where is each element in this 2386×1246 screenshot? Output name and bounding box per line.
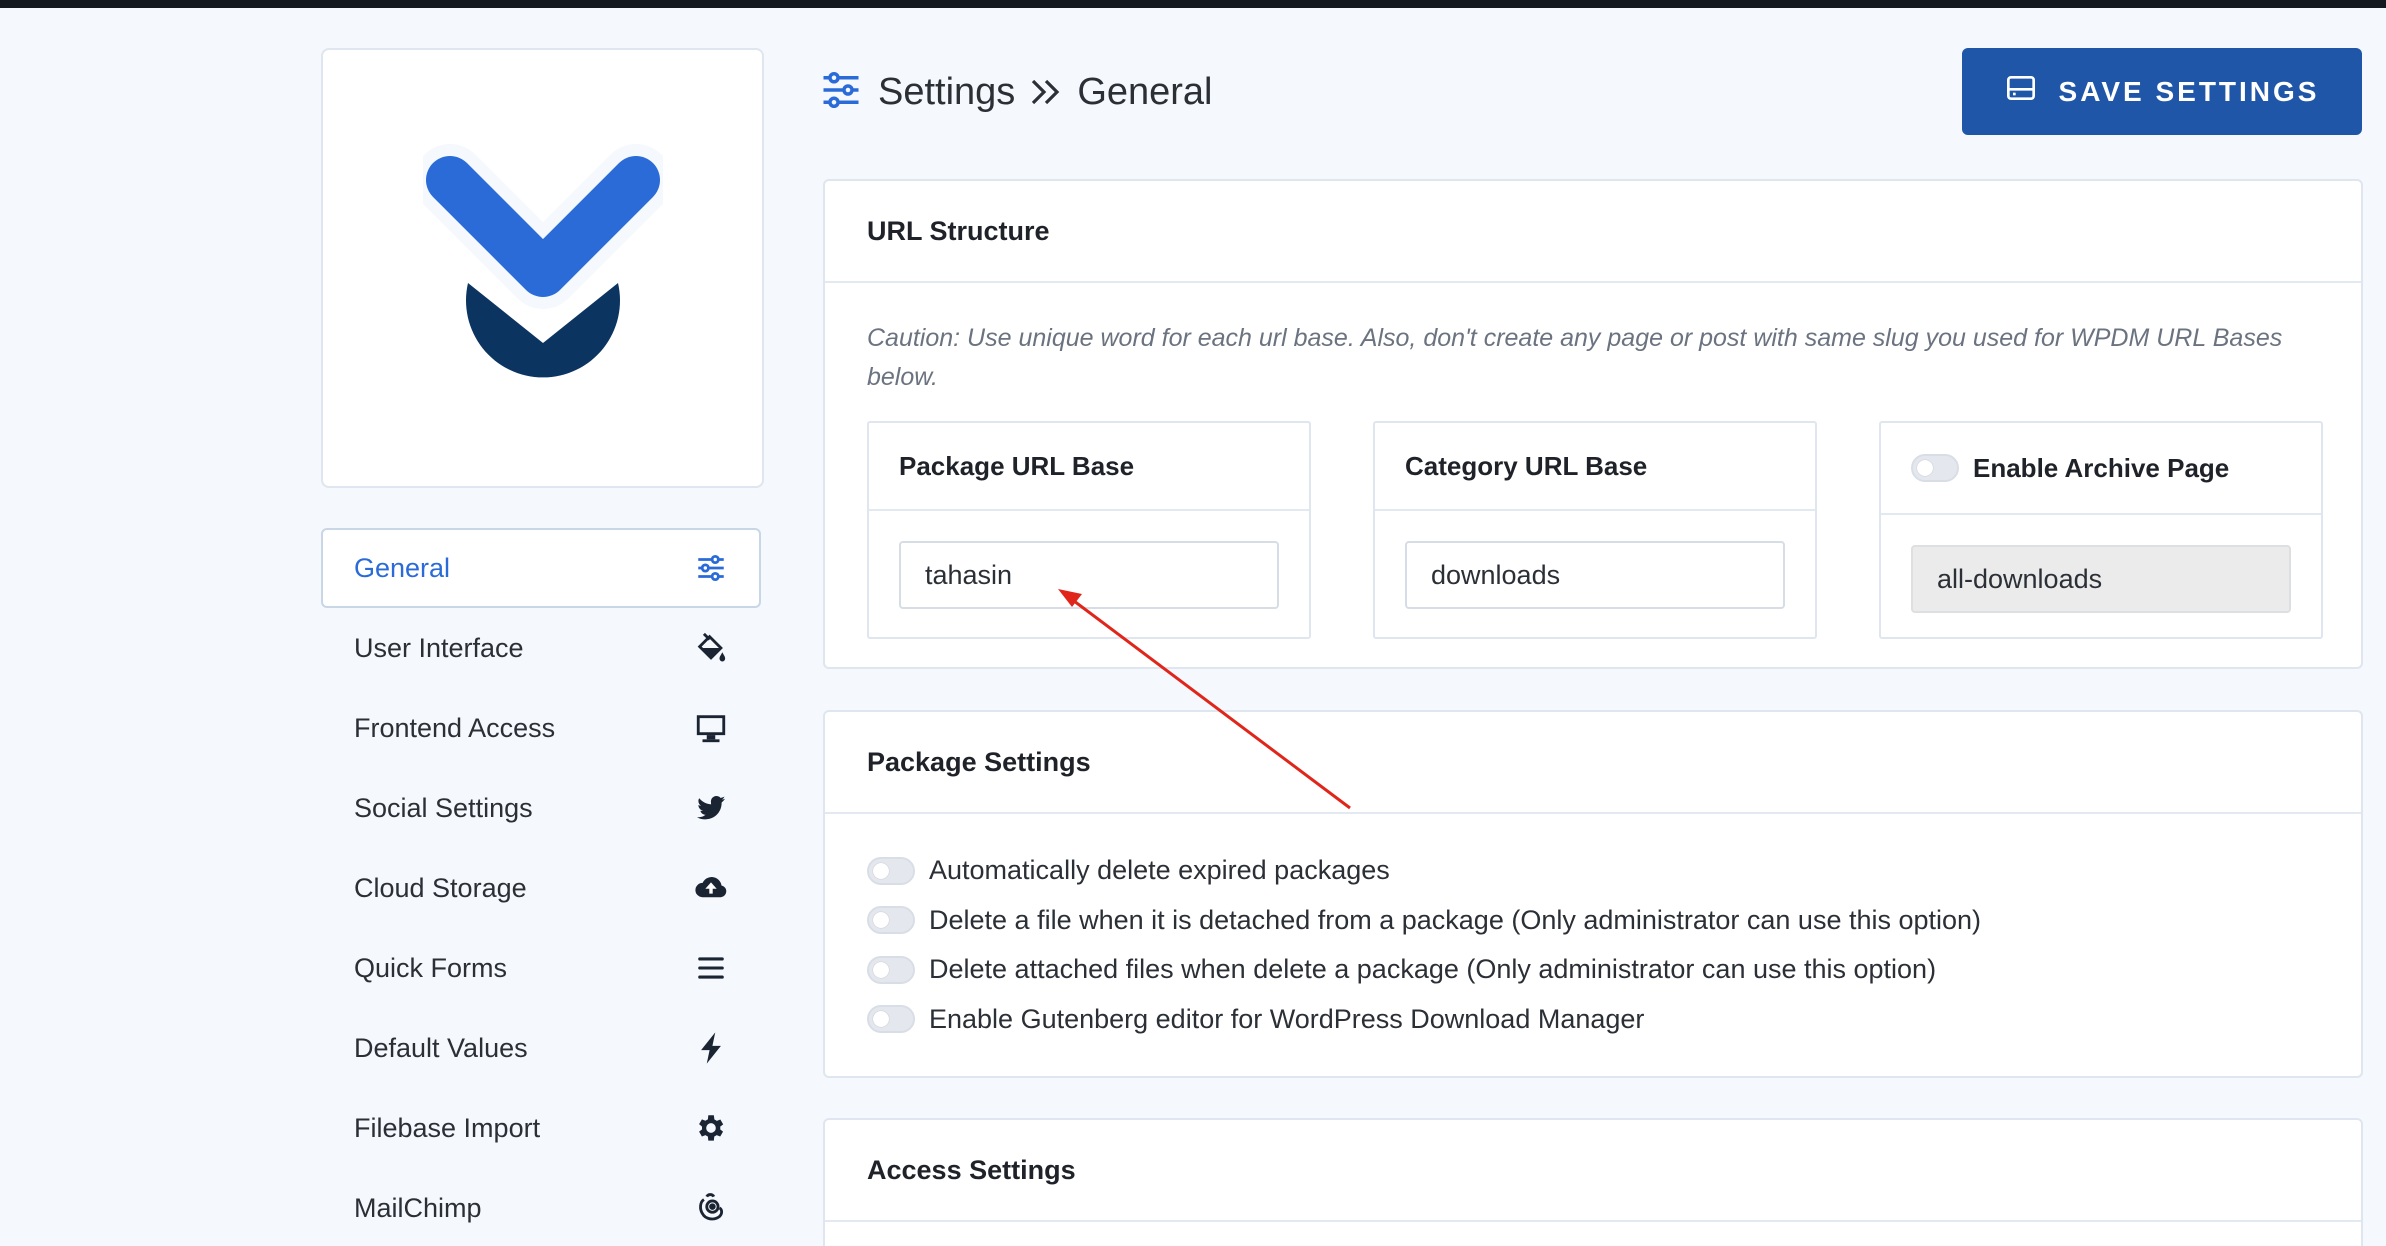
cloud-upload-icon — [693, 870, 729, 906]
sidebar-item-filebase-import[interactable]: Filebase Import — [321, 1088, 761, 1168]
card-title: URL Structure — [825, 181, 2361, 283]
package-options-list: Automatically delete expired packages De… — [825, 814, 2361, 1044]
caution-text: Caution: Use unique word for each url ba… — [867, 324, 2283, 391]
bars-icon — [693, 950, 729, 986]
sidebar-item-default-values[interactable]: Default Values — [321, 1008, 761, 1088]
archive-page-toggle[interactable] — [1911, 454, 1959, 482]
bolt-icon — [693, 1030, 729, 1066]
wpdm-logo — [422, 144, 663, 378]
option-label: Delete a file when it is detached from a… — [929, 904, 1982, 935]
hard-drive-icon — [2005, 72, 2037, 111]
url-base-row: Package URL Base tahasin Category URL Ba… — [825, 397, 2361, 639]
package-settings-card: Package Settings Automatically delete ex… — [823, 710, 2363, 1078]
sidebar-item-social-settings[interactable]: Social Settings — [321, 768, 761, 848]
sidebar-item-label: User Interface — [354, 632, 524, 663]
twitter-icon — [693, 790, 729, 826]
save-settings-button[interactable]: SAVE SETTINGS — [1962, 48, 2362, 135]
option-toggle[interactable] — [867, 955, 915, 984]
option-toggle[interactable] — [867, 1005, 915, 1034]
breadcrumb-current: General — [1077, 70, 1213, 113]
sidebar-item-label: MailChimp — [354, 1192, 482, 1223]
option-delete-attached-files[interactable]: Delete attached files when delete a pack… — [867, 945, 2319, 995]
sidebar-item-frontend-access[interactable]: Frontend Access — [321, 688, 761, 768]
archive-page-header: Enable Archive Page — [1881, 423, 2321, 515]
option-enable-gutenberg[interactable]: Enable Gutenberg editor for WordPress Do… — [867, 995, 2319, 1045]
card-title: Access Settings — [825, 1120, 2361, 1222]
page-header: Settings General — [820, 64, 1213, 120]
sidebar-item-label: Filebase Import — [354, 1112, 541, 1143]
save-settings-label: SAVE SETTINGS — [2058, 75, 2320, 107]
logo-card — [321, 48, 764, 488]
sidebar-item-label: Quick Forms — [354, 952, 508, 983]
mailchimp-icon — [693, 1190, 729, 1226]
archive-page-card: Enable Archive Page all-downloads — [1879, 421, 2323, 639]
top-bar — [0, 0, 2386, 8]
option-auto-delete-expired[interactable]: Automatically delete expired packages — [867, 846, 2319, 896]
sliders-icon — [820, 69, 862, 116]
sidebar-item-label: Default Values — [354, 1032, 528, 1063]
option-toggle[interactable] — [867, 856, 915, 885]
category-url-base-input[interactable]: downloads — [1405, 541, 1785, 609]
option-toggle[interactable] — [867, 906, 915, 935]
package-url-base-label: Package URL Base — [869, 423, 1309, 511]
sliders-icon — [693, 550, 729, 586]
sidebar-item-general[interactable]: General — [321, 528, 761, 608]
double-chevron-right-icon — [1029, 77, 1063, 107]
access-settings-card: Access Settings — [823, 1118, 2363, 1246]
breadcrumb: Settings General — [878, 71, 1213, 114]
option-delete-detached-file[interactable]: Delete a file when it is detached from a… — [867, 896, 2319, 946]
package-url-base-card: Package URL Base tahasin — [867, 421, 1311, 639]
option-label: Automatically delete expired packages — [929, 855, 1390, 886]
paint-bucket-icon — [693, 630, 729, 666]
archive-page-label: Enable Archive Page — [1973, 452, 2230, 483]
category-url-base-card: Category URL Base downloads — [1373, 421, 1817, 639]
url-structure-card: URL Structure Caution: Use unique word f… — [823, 179, 2363, 669]
sidebar-item-label: Social Settings — [354, 792, 533, 823]
category-url-base-label: Category URL Base — [1375, 423, 1815, 511]
sidebar-item-label: Cloud Storage — [354, 872, 527, 903]
gear-icon — [693, 1110, 729, 1146]
package-url-base-input[interactable]: tahasin — [899, 541, 1279, 609]
desktop-icon — [693, 710, 729, 746]
settings-sidebar-menu: General User Interface Frontend Access S… — [321, 528, 761, 1246]
sidebar-item-quick-forms[interactable]: Quick Forms — [321, 928, 761, 1008]
archive-page-slug-input[interactable]: all-downloads — [1911, 545, 2291, 613]
sidebar-item-user-interface[interactable]: User Interface — [321, 608, 761, 688]
sidebar-item-cloud-storage[interactable]: Cloud Storage — [321, 848, 761, 928]
sidebar-item-label: General — [354, 552, 451, 583]
sidebar-item-mailchimp[interactable]: MailChimp — [321, 1168, 761, 1246]
option-label: Enable Gutenberg editor for WordPress Do… — [929, 1003, 1645, 1034]
card-title: Package Settings — [825, 712, 2361, 814]
breadcrumb-root: Settings — [878, 70, 1016, 113]
sidebar-item-label: Frontend Access — [354, 712, 556, 743]
option-label: Delete attached files when delete a pack… — [929, 954, 1937, 985]
